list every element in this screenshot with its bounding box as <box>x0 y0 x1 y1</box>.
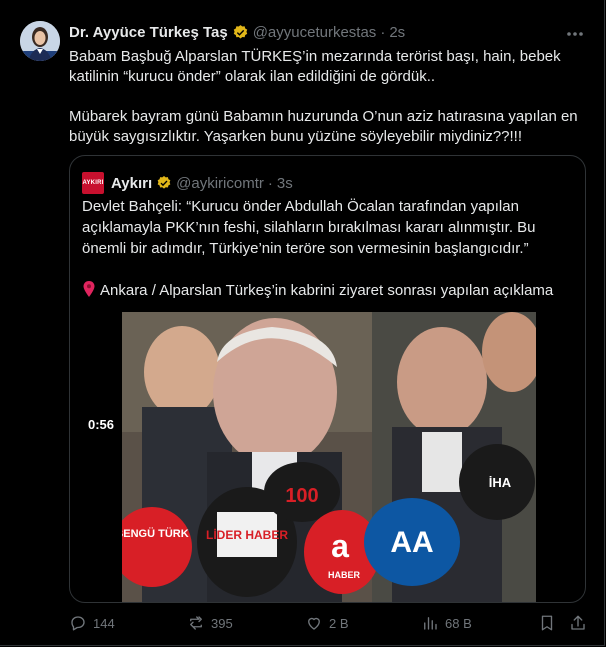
share-button[interactable] <box>569 614 593 632</box>
bookmark-icon <box>541 615 553 631</box>
quoted-tweet-header: AYKIRI Aykırı @aykiricomtr · 3s <box>82 172 293 194</box>
mic-label-a-haber: HABER <box>328 570 361 580</box>
author-name[interactable]: Dr. Ayyüce Türkeş Taş <box>69 24 228 41</box>
repost-button[interactable]: 395 <box>187 614 233 632</box>
tweet-header: Dr. Ayyüce Türkeş Taş @ayyuceturkestas ·… <box>69 24 405 41</box>
quoted-paragraph-2: Ankara / Alparslan Türkeş’in kabrini ziy… <box>100 282 554 299</box>
tweet-paragraph-1: Babam Başbuğ Alparslan TÜRKEŞ’in mezarın… <box>69 48 561 85</box>
views-chart-icon <box>424 617 437 630</box>
timestamp[interactable]: 2s <box>389 24 405 41</box>
action-bar: 144 395 2 B 68 B <box>69 614 589 638</box>
verified-badge-icon <box>156 175 172 191</box>
video-thumbnail: BENGÜ TÜRK LİDER HABER 100 a HABER AA İH… <box>122 312 536 602</box>
separator-dot: · <box>380 24 386 41</box>
tweet-container: Dr. Ayyüce Türkeş Taş @ayyuceturkestas ·… <box>0 0 605 646</box>
more-options-icon[interactable] <box>565 26 585 36</box>
video-duration: 0:56 <box>83 415 120 434</box>
reply-icon <box>71 616 85 631</box>
mic-label-iha: İHA <box>489 475 512 490</box>
repost-count: 395 <box>211 615 233 631</box>
like-button[interactable]: 2 B <box>305 614 349 632</box>
quoted-tweet[interactable]: AYKIRI Aykırı @aykiricomtr · 3s Devlet B… <box>69 155 586 603</box>
mic-label-a: a <box>331 528 349 564</box>
avatar[interactable] <box>20 21 60 61</box>
repost-icon <box>190 616 202 630</box>
quoted-paragraph-1: Devlet Bahçeli: “Kurucu önder Abdullah Ö… <box>82 198 536 257</box>
reply-button[interactable]: 144 <box>69 614 115 632</box>
quoted-author-avatar[interactable]: AYKIRI <box>82 172 104 194</box>
quoted-author-name[interactable]: Aykırı <box>111 175 152 192</box>
heart-icon <box>308 617 320 630</box>
mic-label-lider: LİDER HABER <box>206 527 288 542</box>
mic-label-aa: AA <box>390 526 433 559</box>
quoted-timestamp[interactable]: 3s <box>277 175 293 192</box>
bookmark-button[interactable] <box>538 614 562 632</box>
location-pin-icon <box>82 281 96 297</box>
views-button[interactable]: 68 B <box>421 614 472 632</box>
share-icon <box>571 615 585 630</box>
tweet-paragraph-2: Mübarek bayram günü Babamın huzurunda O’… <box>69 108 578 145</box>
tweet-text: Babam Başbuğ Alparslan TÜRKEŞ’in mezarın… <box>69 47 589 147</box>
quoted-author-handle[interactable]: @aykiricomtr <box>176 175 264 192</box>
separator-dot: · <box>267 174 273 192</box>
views-count: 68 B <box>445 615 472 631</box>
reply-count: 144 <box>93 615 115 631</box>
quoted-tweet-text: Devlet Bahçeli: “Kurucu önder Abdullah Ö… <box>82 196 577 301</box>
mic-label-bengu: BENGÜ TÜRK <box>122 527 189 540</box>
video-player[interactable]: BENGÜ TÜRK LİDER HABER 100 a HABER AA İH… <box>122 312 536 602</box>
verified-badge-icon <box>232 24 249 41</box>
like-count: 2 B <box>329 615 349 631</box>
quoted-paragraph-2-line: Ankara / Alparslan Türkeş’in kabrini ziy… <box>82 280 577 301</box>
author-handle[interactable]: @ayyuceturkestas <box>253 24 377 41</box>
mic-label-number: 100 <box>285 485 318 507</box>
